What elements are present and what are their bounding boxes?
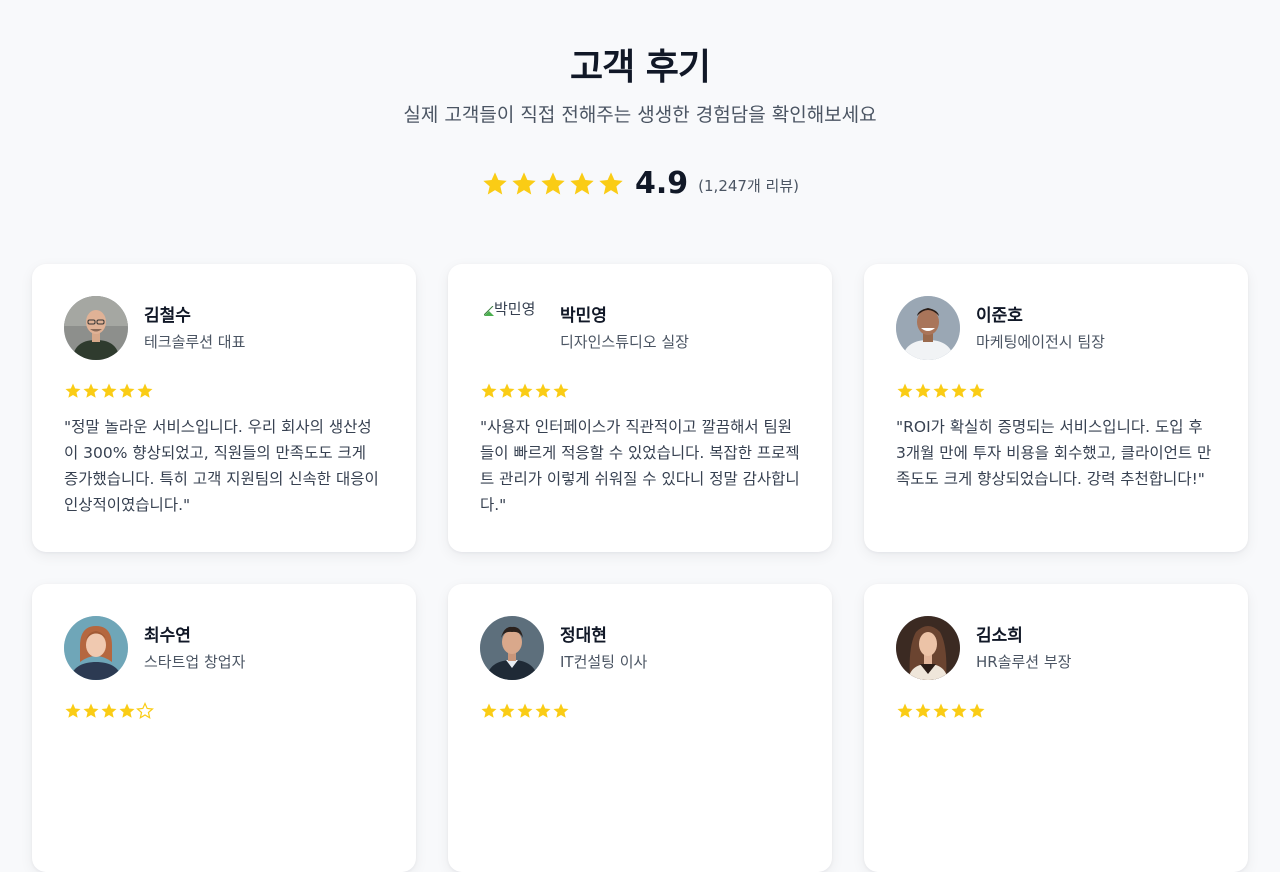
avatar: 박민영	[480, 296, 544, 360]
star-icon	[137, 383, 153, 398]
reviewer-name: 박민영	[560, 305, 607, 326]
reviewer-role: IT컨설팅 이사	[560, 652, 648, 671]
review-stars	[896, 702, 1216, 720]
star-outline-icon	[136, 702, 154, 719]
star-icon	[83, 383, 99, 398]
review-card: 박민영 박민영 디자인스튜디오 실장 "사용자 인터페이스가 직관적이고 깔끔해…	[448, 264, 832, 552]
review-stars	[64, 702, 384, 720]
star-icon	[535, 383, 551, 398]
star-icon	[483, 171, 507, 194]
reviewer-name: 김철수	[144, 305, 191, 326]
review-stars	[480, 382, 800, 400]
star-icon	[553, 383, 569, 398]
review-quote: "사용자 인터페이스가 직관적이고 깔끔해서 팀원들이 빠르게 적응할 수 있었…	[480, 418, 800, 514]
star-icon	[933, 383, 949, 398]
review-card: 정대현 IT컨설팅 이사	[448, 584, 832, 872]
star-icon	[915, 703, 931, 718]
page-subtitle: 실제 고객들이 직접 전해주는 생생한 경험담을 확인해보세요	[403, 104, 877, 126]
reviews-grid: 김철수 테크솔루션 대표 "정말 놀라운 서비스입니다. 우리 회사의 생산성이…	[32, 264, 1248, 872]
reviewer-name: 이준호	[976, 305, 1023, 326]
reviewer-role: 마케팅에이전시 팀장	[976, 332, 1105, 351]
avatar	[64, 616, 128, 680]
star-icon	[541, 171, 565, 194]
star-icon	[83, 703, 99, 718]
star-icon	[65, 383, 81, 398]
review-card: 이준호 마케팅에이전시 팀장 "ROI가 확실히 증명되는 서비스입니다. 도입…	[864, 264, 1248, 552]
star-icon	[897, 703, 913, 718]
review-stars	[480, 702, 800, 720]
avatar-alt-text: 박민영	[494, 300, 536, 318]
star-icon	[499, 703, 515, 718]
reviewer-role: 스타트업 창업자	[144, 652, 246, 671]
broken-image-icon	[483, 302, 494, 316]
avatar	[896, 296, 960, 360]
overall-stars	[481, 170, 625, 198]
review-stars	[896, 382, 1216, 400]
review-quote: "ROI가 확실히 증명되는 서비스입니다. 도입 후 3개월 만에 투자 비용…	[896, 418, 1212, 488]
star-icon	[517, 383, 533, 398]
review-count: (1,247개 리뷰)	[698, 176, 799, 195]
star-icon	[553, 703, 569, 718]
star-icon	[119, 383, 135, 398]
star-icon	[570, 171, 594, 194]
reviewer-role: HR솔루션 부장	[976, 652, 1072, 671]
avatar	[896, 616, 960, 680]
star-icon	[969, 703, 985, 718]
reviewer-role: 디자인스튜디오 실장	[560, 332, 689, 351]
star-icon	[535, 703, 551, 718]
star-icon	[101, 383, 117, 398]
reviewer-name: 정대현	[560, 625, 607, 646]
star-icon	[897, 383, 913, 398]
overall-rating: 4.9 (1,247개 리뷰)	[0, 166, 1280, 201]
star-icon	[481, 383, 497, 398]
star-icon	[599, 171, 623, 194]
avatar	[64, 296, 128, 360]
review-stars	[64, 382, 384, 400]
star-icon	[517, 703, 533, 718]
review-card: 김철수 테크솔루션 대표 "정말 놀라운 서비스입니다. 우리 회사의 생산성이…	[32, 264, 416, 552]
star-icon	[512, 171, 536, 194]
star-icon	[933, 703, 949, 718]
star-icon	[915, 383, 931, 398]
star-icon	[969, 383, 985, 398]
page-title: 고객 후기	[569, 47, 711, 88]
reviewer-role: 테크솔루션 대표	[144, 332, 246, 351]
star-icon	[951, 703, 967, 718]
review-card: 김소희 HR솔루션 부장	[864, 584, 1248, 872]
avatar	[480, 616, 544, 680]
star-icon	[119, 703, 135, 718]
star-icon	[499, 383, 515, 398]
rating-score: 4.9	[635, 166, 689, 201]
reviews-header: 고객 후기 실제 고객들이 직접 전해주는 생생한 경험담을 확인해보세요 4.…	[0, 0, 1280, 201]
reviewer-name: 김소희	[976, 625, 1023, 646]
star-icon	[951, 383, 967, 398]
review-card: 최수연 스타트업 창업자	[32, 584, 416, 872]
star-icon	[101, 703, 117, 718]
star-icon	[65, 703, 81, 718]
star-icon	[481, 703, 497, 718]
review-quote: "정말 놀라운 서비스입니다. 우리 회사의 생산성이 300% 향상되었고, …	[64, 418, 379, 514]
reviewer-name: 최수연	[144, 625, 191, 646]
